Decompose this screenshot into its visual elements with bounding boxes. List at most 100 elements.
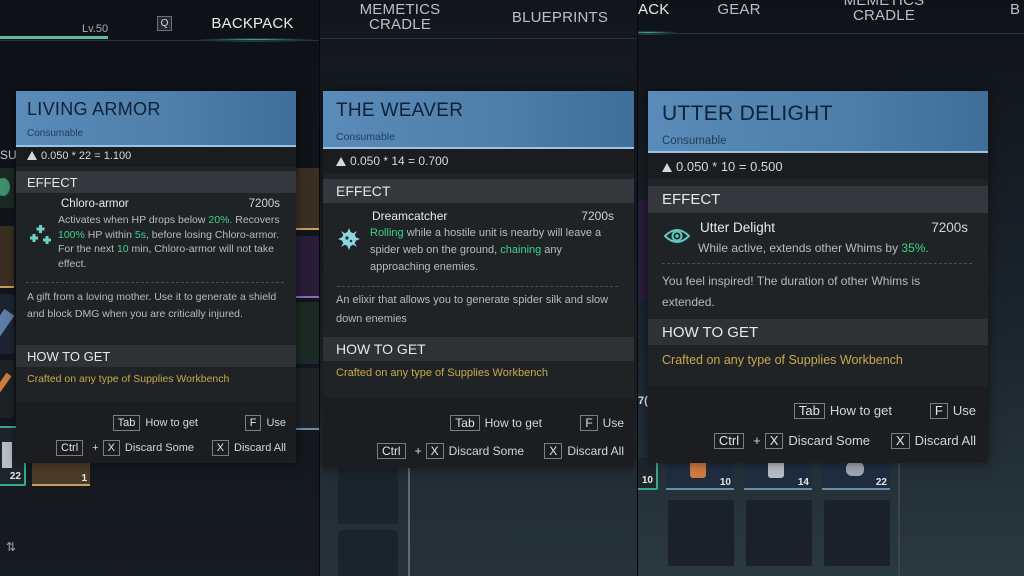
effect-section-header: EFFECT	[323, 179, 634, 203]
f-key: F	[580, 415, 598, 431]
tooltip-header: THE WEAVER Consumable	[323, 91, 634, 149]
how-to-get-header: HOW TO GET	[323, 337, 634, 361]
slot-rarity-bar	[744, 488, 812, 490]
item-type: Consumable	[662, 135, 727, 147]
discard-some-action[interactable]: Ctrl + X Discard Some	[56, 440, 194, 456]
how-to-get-action[interactable]: Tab How to get	[793, 403, 892, 419]
use-action[interactable]: F Use	[244, 415, 286, 431]
item-tooltip-utter-delight: UTTER DELIGHT Consumable 0.050 * 10 = 0.…	[648, 91, 988, 463]
action-label: Use	[266, 417, 286, 429]
inventory-slot[interactable]	[0, 168, 14, 208]
effect-section-header: EFFECT	[16, 171, 296, 193]
how-to-get-text: Crafted on any type of Supplies Workbenc…	[662, 353, 903, 367]
x-key: X	[764, 433, 784, 449]
how-to-get-text: Crafted on any type of Supplies Workbenc…	[336, 367, 548, 379]
action-label: How to get	[145, 417, 198, 429]
action-label: Use	[602, 416, 624, 430]
tooltip-actions: Tab How to get F Use Ctrl + X Discard Some XD…	[648, 387, 988, 463]
how-to-get-text: Crafted on any type of Supplies Workbenc…	[27, 373, 230, 385]
item-weight: 0.050 * 22 = 1.100	[16, 147, 296, 167]
nav-divider	[320, 38, 638, 39]
x-key: X	[425, 443, 444, 459]
scrollbar[interactable]	[898, 460, 900, 576]
inventory-slot[interactable]	[0, 294, 15, 354]
action-label: Discard Some	[124, 442, 194, 454]
level-progress-bar	[0, 36, 108, 39]
tab-blueprints[interactable]: BLUEPRINTS	[500, 10, 620, 25]
inventory-slot[interactable]	[296, 236, 320, 298]
top-nav: ACK GEAR MEMETICS CRADLE B	[638, 0, 1024, 42]
tab-memetics-cradle[interactable]: MEMETICS CRADLE	[834, 0, 934, 23]
flavor-text: You feel inspired! The duration of other…	[662, 274, 921, 309]
inventory-slot[interactable]	[296, 302, 320, 364]
discard-some-action[interactable]: Ctrl + X Discard Some	[713, 433, 870, 449]
inventory-slot-empty[interactable]	[824, 500, 890, 566]
ctrl-key: Ctrl	[56, 440, 84, 456]
nav-divider	[0, 40, 320, 41]
use-action[interactable]: F Use	[580, 415, 624, 431]
weight-value: 0.050 * 10 = 0.500	[676, 159, 783, 174]
item-quantity: 10	[641, 475, 653, 486]
highlight-value: 5s	[134, 228, 146, 241]
flavor-text: A gift from a loving mother. Use it to g…	[27, 291, 277, 320]
item-icon	[0, 308, 15, 338]
x-key: X	[890, 433, 910, 449]
how-to-get-header: HOW TO GET	[16, 345, 296, 367]
inventory-slot-empty[interactable]	[338, 468, 398, 524]
item-weight: 0.050 * 10 = 0.500	[648, 153, 988, 179]
tab-memetics-cradle[interactable]: MEMETICS CRADLE	[350, 2, 450, 32]
dashed-divider	[337, 286, 618, 287]
item-title: UTTER DELIGHT	[662, 102, 833, 125]
effect-name: Utter Delight	[700, 220, 776, 235]
inventory-slot[interactable]	[0, 226, 14, 288]
action-label: Discard All	[914, 433, 976, 448]
discard-all-action[interactable]: X Discard All	[211, 440, 286, 456]
inventory-slot[interactable]	[296, 368, 320, 430]
partial-category-label: SU	[0, 148, 17, 162]
scrollbar[interactable]	[408, 468, 410, 576]
x-key: X	[211, 440, 230, 456]
key-q-hint[interactable]: Q	[157, 16, 172, 31]
item-tooltip-living-armor: LIVING ARMOR Consumable 0.050 * 22 = 1.1…	[16, 91, 296, 463]
tab-backpack[interactable]: BACKPACK	[205, 16, 300, 31]
effect-duration: 7200s	[248, 198, 280, 210]
tab-gear[interactable]: GEAR	[714, 2, 764, 17]
weight-icon	[27, 151, 37, 160]
effect-description: Rolling while a hostile unit is nearby w…	[370, 225, 620, 276]
how-to-get-header: HOW TO GET	[648, 319, 988, 345]
how-to-get-action[interactable]: Tab How to get	[112, 415, 198, 431]
effect-name: Dreamcatcher	[372, 209, 448, 223]
item-icon	[0, 178, 10, 196]
item-title: THE WEAVER	[336, 100, 464, 121]
inventory-slot-empty[interactable]	[668, 500, 734, 566]
pane-utter-delight: ACK GEAR MEMETICS CRADLE B 7( 10 10 14 22…	[638, 0, 1024, 576]
action-label: Discard All	[234, 442, 286, 454]
use-action[interactable]: F Use	[929, 403, 976, 419]
inventory-slot-empty[interactable]	[746, 500, 812, 566]
effect-duration: 7200s	[931, 220, 968, 235]
discard-all-action[interactable]: X Discard All	[544, 443, 624, 459]
highlight-value: 10	[116, 243, 129, 255]
discard-all-action[interactable]: X Discard All	[890, 433, 976, 449]
pane-living-armor: Lv.50 Q BACKPACK SU 22 1 ⇅ LIVING ARMOR …	[0, 0, 320, 576]
flavor-text: An elixir that allows you to generate sp…	[336, 294, 609, 325]
sort-icon[interactable]: ⇅	[6, 540, 16, 554]
effect-name: Chloro-armor	[61, 198, 129, 210]
inventory-slot[interactable]	[638, 200, 648, 300]
item-type: Consumable	[336, 131, 395, 143]
highlight-value: 100%	[58, 228, 85, 241]
inventory-slot[interactable]	[296, 168, 320, 230]
desc-text: HP within	[84, 228, 135, 241]
tab-blueprints-partial[interactable]: B	[1010, 2, 1024, 17]
inventory-slot[interactable]	[0, 360, 14, 418]
slot-rarity-bar	[666, 488, 734, 490]
inventory-slot-empty[interactable]	[338, 530, 398, 576]
discard-some-action[interactable]: Ctrl + X Discard Some	[376, 443, 524, 459]
item-icon	[846, 462, 864, 476]
f-key: F	[244, 415, 262, 431]
weight-icon	[662, 163, 672, 172]
how-to-get-action[interactable]: Tab How to get	[450, 415, 542, 431]
highlight-value: 35%.	[901, 241, 929, 255]
highlight-value: 20%.	[208, 214, 233, 226]
tab-backpack-partial[interactable]: ACK	[638, 2, 670, 17]
